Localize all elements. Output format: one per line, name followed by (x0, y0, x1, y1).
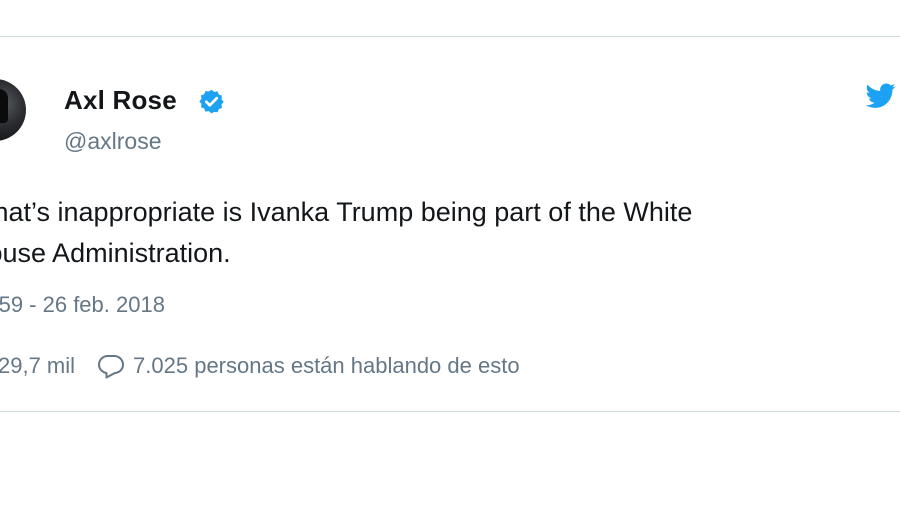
reply-count: 7.025 personas están hablando de esto (133, 353, 520, 378)
reply-button[interactable]: 7.025 personas están hablando de esto (97, 353, 520, 379)
avatar-figure (0, 89, 8, 123)
user-handle[interactable]: @axlrose (64, 128, 162, 155)
display-name[interactable]: Axl Rose (64, 85, 177, 116)
like-count: 29,7 mil (0, 353, 76, 378)
tweet-text: What’s inappropriate is Ivanka Trump bei… (0, 192, 888, 274)
avatar[interactable] (0, 79, 26, 141)
like-button[interactable]: 29,7 mil (0, 353, 75, 379)
tweet-actions: 29,7 mil 7.025 personas están hablando d… (0, 351, 520, 381)
speech-bubble-icon (98, 355, 125, 379)
tweet-card: Axl Rose @axlrose What’s inappropriate i… (0, 36, 900, 412)
verified-badge-icon (199, 89, 224, 114)
tweet-text-line: What’s inappropriate is Ivanka Trump bei… (0, 197, 693, 227)
tweet-timestamp[interactable]: 16:59 - 26 feb. 2018 (0, 292, 165, 318)
twitter-bird-icon[interactable] (866, 83, 896, 109)
tweet-text-line: House Administration. (0, 238, 231, 268)
screenshot-frame: Axl Rose @axlrose What’s inappropriate i… (0, 0, 900, 506)
